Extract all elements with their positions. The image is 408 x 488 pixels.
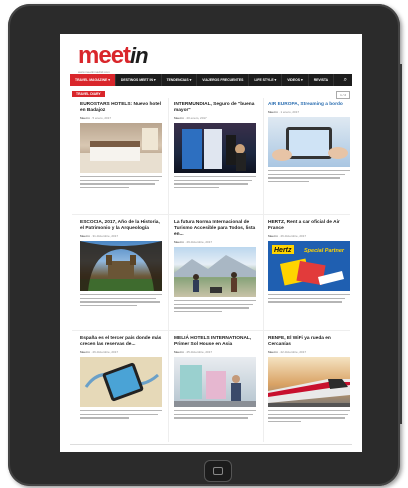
article-author: Meet in	[268, 110, 278, 114]
article-image-trade-fair[interactable]	[174, 123, 256, 173]
hertz-ad-illustration: Hertz Special Partner	[268, 241, 350, 291]
article-date: 25 diciembre, 2017	[186, 350, 213, 354]
nav-item-viajeros[interactable]: VIAJEROS FRECUENTES	[197, 74, 250, 86]
article-meta: Meet in · 1 enero, 2017	[268, 110, 300, 114]
article-meta: Meet in · 26 diciembre, 2017	[80, 350, 119, 354]
train-illustration	[268, 379, 350, 407]
article-excerpt	[80, 410, 162, 419]
tablet-frame: meetin www.meetinmadrid.com TRAVEL MAGAZ…	[8, 4, 402, 486]
site-logo[interactable]: meetin	[78, 42, 149, 70]
pager[interactable]: 1 / 2	[336, 91, 350, 99]
mountain-people-illustration	[174, 255, 256, 293]
column-divider	[263, 98, 264, 442]
article-meta: Meet in · 31 diciembre, 2017	[80, 234, 119, 238]
article-image-hotel-room[interactable]	[80, 123, 162, 173]
column-divider	[168, 98, 169, 442]
article-meta: Meet in · 5 enero, 2017	[80, 116, 112, 120]
tablet-screen: meetin www.meetinmadrid.com TRAVEL MAGAZ…	[60, 34, 362, 452]
article-author: Meet in	[80, 234, 90, 238]
search-icon[interactable]: ⌕	[339, 77, 352, 84]
article-date: 5 enero, 2017	[92, 116, 112, 120]
article-excerpt	[174, 300, 256, 313]
article-meta: Meet in · 20 enero, 2017	[174, 116, 207, 120]
hotel-event-illustration	[174, 365, 256, 407]
nav-item-videos[interactable]: VIDEOS ▾	[282, 74, 309, 86]
hertz-tagline: Special Partner	[304, 248, 345, 254]
article-excerpt	[268, 294, 350, 303]
article-card[interactable]: AIR EUROPA, Streaming a bordo Meet in · …	[268, 102, 350, 184]
article-card[interactable]: INTERMUNDIAL, Seguro de "buena mayor" Me…	[174, 102, 256, 190]
nav-item-destinos[interactable]: DESTINOS MEET IN ▾	[116, 74, 162, 86]
section-badge: TRAVEL DIARY	[72, 91, 105, 97]
article-meta: Meet in · 25 diciembre, 2017	[174, 350, 213, 354]
article-card[interactable]: ESCOCIA, 2017, Año de la Historia, el Pa…	[80, 220, 162, 308]
logo-accent: in	[130, 43, 149, 68]
article-date: 1 enero, 2017	[280, 110, 300, 114]
article-card[interactable]: RENFE, El WiFi ya rueda en Cercanías Mee…	[268, 336, 350, 424]
article-title[interactable]: HERTZ, Rent a car oficial de Air France	[268, 220, 350, 232]
article-title[interactable]: INTERMUNDIAL, Seguro de "buena mayor"	[174, 102, 256, 114]
trade-fair-illustration	[182, 129, 246, 171]
article-author: Meet in	[174, 350, 184, 354]
article-meta: Meet in · 29 diciembre, 2017	[174, 240, 213, 244]
main-nav: TRAVEL MAGAZINE ▾ DESTINOS MEET IN ▾ TEN…	[70, 74, 352, 86]
castle-illustration	[80, 241, 162, 291]
article-card[interactable]: HERTZ, Rent a car oficial de Air France …	[268, 220, 350, 305]
article-title[interactable]: MELIÁ HOTELS INTERNATIONAL, Primer Sol H…	[174, 336, 256, 348]
article-image-phone-map[interactable]	[80, 357, 162, 407]
article-image-hotel-event[interactable]	[174, 357, 256, 407]
article-excerpt	[80, 176, 162, 189]
home-button[interactable]	[204, 460, 232, 482]
nav-item-travel-magazine[interactable]: TRAVEL MAGAZINE ▾	[70, 74, 116, 86]
nav-item-tendencias[interactable]: TENDENCIAS ▾	[162, 74, 198, 86]
row-divider	[72, 214, 350, 215]
article-excerpt	[268, 410, 350, 423]
article-excerpt	[80, 294, 162, 307]
article-author: Meet in	[80, 116, 90, 120]
article-image-tablet-hands[interactable]	[268, 117, 350, 167]
article-image-castle[interactable]	[80, 241, 162, 291]
article-author: Meet in	[268, 350, 278, 354]
article-image-train[interactable]	[268, 357, 350, 407]
nav-item-life-style[interactable]: LIFE STYLE ▾	[249, 74, 283, 86]
article-card[interactable]: La futura Norma Internacional de Turismo…	[174, 220, 256, 314]
hotel-room-illustration	[80, 128, 162, 173]
article-date: 26 diciembre, 2017	[92, 350, 119, 354]
article-date: 20 enero, 2017	[186, 116, 207, 120]
article-excerpt	[268, 170, 350, 183]
article-title[interactable]: RENFE, El WiFi ya rueda en Cercanías	[268, 336, 350, 348]
article-author: Meet in	[80, 350, 90, 354]
article-card[interactable]: MELIÁ HOTELS INTERNATIONAL, Primer Sol H…	[174, 336, 256, 421]
article-excerpt	[174, 176, 256, 189]
page-footer-strip	[70, 444, 352, 449]
article-title[interactable]: EUROSTARS HOTELS: Nuevo hotel en Badajoz	[80, 102, 162, 114]
article-date: 22 diciembre, 2017	[280, 350, 307, 354]
tablet-hands-illustration	[272, 127, 348, 161]
article-author: Meet in	[268, 234, 278, 238]
article-date: 31 diciembre, 2017	[92, 234, 119, 238]
article-card[interactable]: España es el tercer país donde más crece…	[80, 336, 162, 421]
article-author: Meet in	[174, 240, 184, 244]
nav-item-revista[interactable]: REVISTA	[309, 74, 335, 86]
article-title[interactable]: España es el tercer país donde más crece…	[80, 336, 162, 348]
phone-map-illustration	[80, 357, 162, 407]
article-excerpt	[174, 410, 256, 419]
article-title[interactable]: AIR EUROPA, Streaming a bordo	[268, 102, 350, 108]
article-title[interactable]: ESCOCIA, 2017, Año de la Historia, el Pa…	[80, 220, 162, 232]
row-divider	[72, 330, 350, 331]
article-date: 26 diciembre, 2017	[280, 234, 307, 238]
article-meta: Meet in · 22 diciembre, 2017	[268, 350, 307, 354]
article-meta: Meet in · 26 diciembre, 2017	[268, 234, 307, 238]
article-card[interactable]: EUROSTARS HOTELS: Nuevo hotel en Badajoz…	[80, 102, 162, 190]
logo-main: meet	[78, 42, 131, 69]
article-author: Meet in	[174, 116, 184, 120]
article-title[interactable]: La futura Norma Internacional de Turismo…	[174, 220, 256, 238]
article-image-mountain-people[interactable]	[174, 247, 256, 297]
hertz-brand: Hertz	[274, 247, 292, 254]
article-date: 29 diciembre, 2017	[186, 240, 213, 244]
article-image-hertz-ad[interactable]: Hertz Special Partner	[268, 241, 350, 291]
